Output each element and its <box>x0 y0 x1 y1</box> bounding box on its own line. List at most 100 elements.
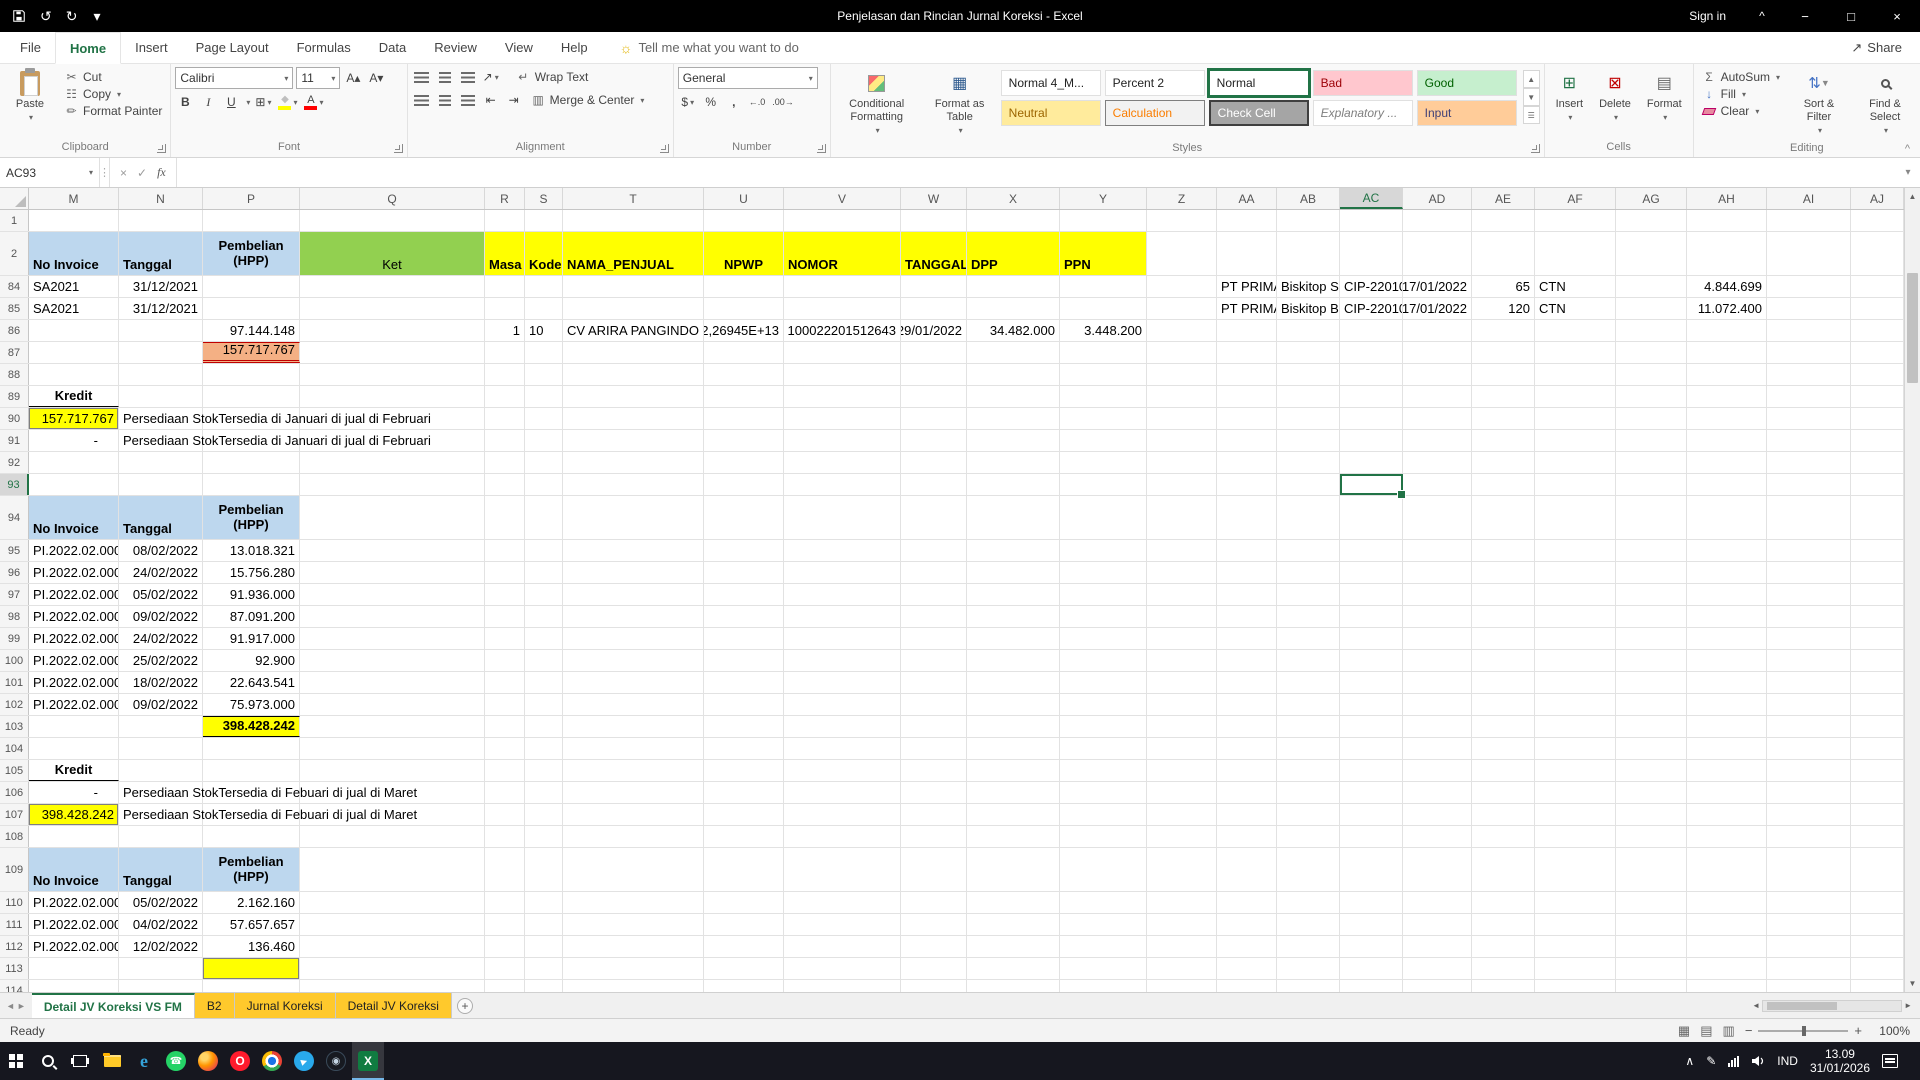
cell-AD95[interactable] <box>1403 540 1472 561</box>
cell-Y93[interactable] <box>1060 474 1147 495</box>
cell-AI92[interactable] <box>1767 452 1851 473</box>
cell-AI2[interactable] <box>1767 232 1851 275</box>
cell-AE112[interactable] <box>1472 936 1535 957</box>
find-select-button[interactable]: Find & Select ▾ <box>1854 67 1916 140</box>
page-break-view-icon[interactable]: ▥ <box>1723 1023 1735 1039</box>
cell-AC95[interactable] <box>1340 540 1403 561</box>
cell-V90[interactable] <box>784 408 901 429</box>
cell-U84[interactable] <box>704 276 784 297</box>
cell-AH2[interactable] <box>1687 232 1767 275</box>
cell-W105[interactable] <box>901 760 967 781</box>
cell-AG93[interactable] <box>1616 474 1687 495</box>
cell-V89[interactable] <box>784 386 901 407</box>
cell-P100[interactable]: 92.900 <box>203 650 300 671</box>
cell-W113[interactable] <box>901 958 967 979</box>
cell-N94[interactable]: Tanggal <box>119 496 203 539</box>
cell-Z92[interactable] <box>1147 452 1217 473</box>
cell-AJ96[interactable] <box>1851 562 1904 583</box>
cell-Z95[interactable] <box>1147 540 1217 561</box>
cell-Q1[interactable] <box>300 210 485 231</box>
cell-S111[interactable] <box>525 914 563 935</box>
cell-AJ107[interactable] <box>1851 804 1904 825</box>
vertical-scroll-thumb[interactable] <box>1907 273 1918 383</box>
cell-AD98[interactable] <box>1403 606 1472 627</box>
conditional-formatting-button[interactable]: Conditional Formatting ▾ <box>835 67 919 140</box>
cell-AB98[interactable] <box>1277 606 1340 627</box>
cell-V103[interactable] <box>784 716 901 737</box>
cell-T87[interactable] <box>563 342 704 363</box>
clear-button[interactable]: Clear▾ <box>1698 103 1784 119</box>
align-center-icon[interactable] <box>435 90 455 110</box>
cell-AH103[interactable] <box>1687 716 1767 737</box>
cell-S85[interactable] <box>525 298 563 319</box>
cell-R96[interactable] <box>485 562 525 583</box>
styles-dialog-launcher-icon[interactable] <box>1531 144 1540 153</box>
cell-AE92[interactable] <box>1472 452 1535 473</box>
cell-R89[interactable] <box>485 386 525 407</box>
cell-V85[interactable] <box>784 298 901 319</box>
column-header-V[interactable]: V <box>784 188 901 209</box>
cell-N84[interactable]: 31/12/2021 <box>119 276 203 297</box>
cell-AJ106[interactable] <box>1851 782 1904 803</box>
cell-M104[interactable] <box>29 738 119 759</box>
cell-T105[interactable] <box>563 760 704 781</box>
cell-AA114[interactable] <box>1217 980 1277 992</box>
cell-AI101[interactable] <box>1767 672 1851 693</box>
cell-R100[interactable] <box>485 650 525 671</box>
cell-W96[interactable] <box>901 562 967 583</box>
cell-S106[interactable] <box>525 782 563 803</box>
cell-AD106[interactable] <box>1403 782 1472 803</box>
column-header-X[interactable]: X <box>967 188 1060 209</box>
cell-AA104[interactable] <box>1217 738 1277 759</box>
cell-Y102[interactable] <box>1060 694 1147 715</box>
column-header-AE[interactable]: AE <box>1472 188 1535 209</box>
cell-AG96[interactable] <box>1616 562 1687 583</box>
cell-AI107[interactable] <box>1767 804 1851 825</box>
cell-AH114[interactable] <box>1687 980 1767 992</box>
cell-AC92[interactable] <box>1340 452 1403 473</box>
cell-S88[interactable] <box>525 364 563 385</box>
cell-AC106[interactable] <box>1340 782 1403 803</box>
cell-AF98[interactable] <box>1535 606 1616 627</box>
cell-AC96[interactable] <box>1340 562 1403 583</box>
taskbar-clock[interactable]: 13.09 31/01/2026 <box>1810 1047 1870 1075</box>
sheet-tab-jurnal-koreksi[interactable]: Jurnal Koreksi <box>235 993 336 1018</box>
cell-AD91[interactable] <box>1403 430 1472 451</box>
cell-AJ93[interactable] <box>1851 474 1904 495</box>
cell-U99[interactable] <box>704 628 784 649</box>
cell-Q2[interactable]: Ket <box>300 232 485 275</box>
cell-Y98[interactable] <box>1060 606 1147 627</box>
cell-V102[interactable] <box>784 694 901 715</box>
cell-AE85[interactable]: 120 <box>1472 298 1535 319</box>
cell-M92[interactable] <box>29 452 119 473</box>
cell-AH100[interactable] <box>1687 650 1767 671</box>
cell-AE109[interactable] <box>1472 848 1535 891</box>
cell-T1[interactable] <box>563 210 704 231</box>
cell-P99[interactable]: 91.917.000 <box>203 628 300 649</box>
cell-Y91[interactable] <box>1060 430 1147 451</box>
cell-W104[interactable] <box>901 738 967 759</box>
cell-AC102[interactable] <box>1340 694 1403 715</box>
column-header-P[interactable]: P <box>203 188 300 209</box>
zoom-slider[interactable] <box>1758 1030 1848 1032</box>
cell-AD113[interactable] <box>1403 958 1472 979</box>
cell-AC98[interactable] <box>1340 606 1403 627</box>
cell-AG87[interactable] <box>1616 342 1687 363</box>
cell-N91[interactable]: Persediaan StokTersedia di Januari di ju… <box>119 430 203 451</box>
row-header-98[interactable]: 98 <box>0 606 29 627</box>
cell-P2[interactable]: Pembelian (HPP) <box>203 232 300 275</box>
cell-AE84[interactable]: 65 <box>1472 276 1535 297</box>
cell-T99[interactable] <box>563 628 704 649</box>
cell-Y106[interactable] <box>1060 782 1147 803</box>
decrease-decimal-icon[interactable]: .00→ <box>770 92 796 112</box>
vertical-scrollbar[interactable]: ▲ ▼ <box>1904 188 1920 992</box>
cell-AG97[interactable] <box>1616 584 1687 605</box>
cell-N111[interactable]: 04/02/2022 <box>119 914 203 935</box>
column-header-S[interactable]: S <box>525 188 563 209</box>
cell-AH102[interactable] <box>1687 694 1767 715</box>
cell-M108[interactable] <box>29 826 119 847</box>
cell-AF99[interactable] <box>1535 628 1616 649</box>
cell-T112[interactable] <box>563 936 704 957</box>
cell-Q88[interactable] <box>300 364 485 385</box>
cell-AH1[interactable] <box>1687 210 1767 231</box>
